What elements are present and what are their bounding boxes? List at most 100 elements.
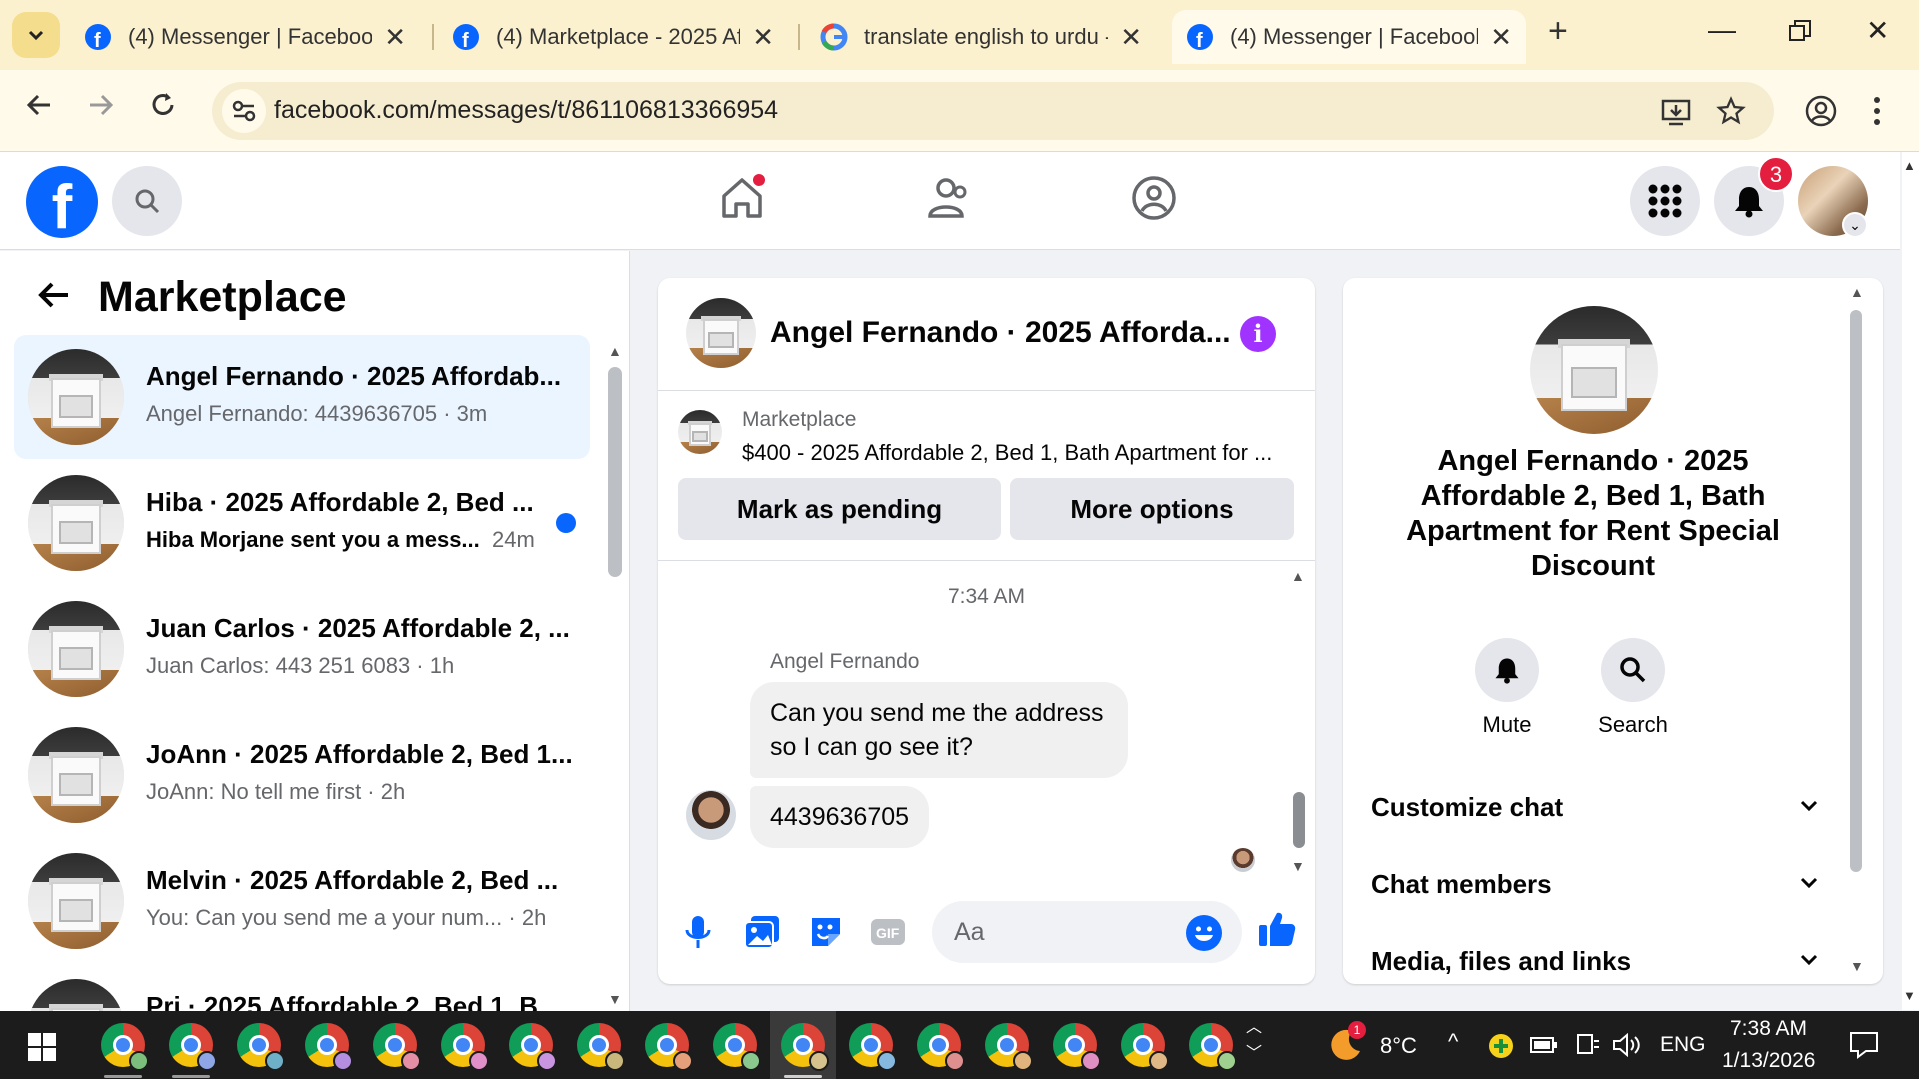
like-icon[interactable] [1256, 908, 1298, 950]
chrome-app-icon[interactable] [237, 1023, 285, 1071]
chrome-app-icon[interactable] [441, 1023, 489, 1071]
battery-icon[interactable] [1530, 1035, 1558, 1055]
image-icon[interactable] [742, 912, 782, 952]
message-bubble[interactable]: Can you send me the address so I can go … [750, 682, 1128, 778]
chrome-app-icon[interactable] [1053, 1023, 1101, 1071]
security-shield-icon[interactable] [1488, 1033, 1514, 1059]
conversation-item[interactable]: Melvin · 2025 Affordable 2, Bed ... You:… [14, 839, 590, 963]
temperature-text[interactable]: 8°C [1380, 1033, 1417, 1059]
sticker-icon[interactable] [806, 912, 846, 952]
mute-button[interactable]: Mute [1447, 638, 1567, 738]
chrome-app-icon[interactable] [577, 1023, 625, 1071]
friends-icon[interactable] [924, 174, 972, 222]
scroll-down-arrow[interactable]: ▼ [1291, 858, 1305, 874]
conversation-item[interactable]: Juan Carlos · 2025 Affordable 2, ... Jua… [14, 587, 590, 711]
chevron-up-icon[interactable]: ^ [1448, 1029, 1458, 1055]
scroll-down-arrow[interactable]: ▼ [608, 991, 622, 1007]
chat-avatar[interactable] [686, 298, 756, 368]
search-in-chat-button[interactable]: Search [1573, 638, 1693, 738]
chrome-app-icon[interactable] [509, 1023, 557, 1071]
taskbar-overflow-button[interactable]: ︿ ﹀ [1246, 1015, 1262, 1067]
chrome-app-icon[interactable] [985, 1023, 1033, 1071]
chrome-app-icon[interactable] [305, 1023, 353, 1071]
conversation-item[interactable]: JoAnn · 2025 Affordable 2, Bed 1... JoAn… [14, 713, 590, 837]
gif-icon[interactable]: GIF [868, 912, 908, 952]
reload-button[interactable] [148, 90, 178, 128]
back-button[interactable] [24, 90, 54, 128]
profile-icon[interactable] [1804, 94, 1838, 128]
omnibox[interactable]: facebook.com/messages/t/861106813366954 [212, 82, 1774, 140]
speaker-icon[interactable] [1612, 1033, 1642, 1057]
forward-button[interactable] [86, 90, 116, 128]
page-scrollbar[interactable]: ▲ ▼ [1902, 152, 1919, 1010]
conversation-item[interactable]: Hiba · 2025 Affordable 2, Bed ... Hiba M… [14, 461, 590, 585]
scroll-down-arrow[interactable]: ▼ [1850, 958, 1864, 974]
tab-search-button[interactable] [12, 12, 60, 58]
chrome-app-icon[interactable] [713, 1023, 761, 1071]
emoji-icon[interactable] [1186, 915, 1222, 951]
tab-marketplace[interactable]: f (4) Marketplace - 2025 Affo ✕ [438, 10, 788, 64]
install-app-icon[interactable] [1660, 96, 1692, 128]
language-indicator[interactable]: ENG [1660, 1033, 1706, 1057]
sender-avatar[interactable] [686, 790, 736, 840]
listing-description[interactable]: $400 - 2025 Affordable 2, Bed 1, Bath Ap… [742, 440, 1272, 466]
window-close-button[interactable]: ✕ [1866, 14, 1889, 47]
scrollbar-thumb[interactable] [1850, 310, 1862, 872]
message-input[interactable]: Aa [932, 901, 1242, 963]
media-files-links-section[interactable]: Media, files and links [1371, 946, 1821, 977]
chat-title[interactable]: Angel Fernando · 2025 Afforda... [770, 316, 1231, 350]
clock-date[interactable]: 1/13/2026 [1722, 1049, 1815, 1073]
back-arrow-button[interactable] [36, 277, 72, 323]
scroll-up-arrow[interactable]: ▲ [1291, 568, 1305, 584]
groups-icon[interactable] [1130, 174, 1178, 222]
chrome-app-icon[interactable] [169, 1023, 217, 1071]
new-tab-button[interactable]: + [1548, 12, 1568, 51]
more-menu-icon[interactable] [1872, 94, 1882, 128]
close-icon[interactable]: ✕ [1120, 22, 1142, 53]
menu-button[interactable] [1630, 166, 1700, 236]
star-icon[interactable] [1716, 96, 1746, 126]
chrome-app-icon[interactable] [373, 1023, 421, 1071]
close-icon[interactable]: ✕ [384, 22, 406, 53]
tab-google-translate[interactable]: translate english to urdu - ✕ [806, 10, 1156, 64]
tab-messenger-1[interactable]: f (4) Messenger | Facebook ✕ [70, 10, 420, 64]
search-button[interactable] [112, 166, 182, 236]
conversation-item[interactable]: Angel Fernando · 2025 Affordab... Angel … [14, 335, 590, 459]
scroll-up-arrow[interactable]: ▲ [1903, 158, 1916, 173]
minimize-button[interactable]: — [1708, 14, 1736, 46]
chrome-app-icon[interactable] [849, 1023, 897, 1071]
windows-start-icon[interactable] [28, 1033, 56, 1061]
close-icon[interactable]: ✕ [752, 22, 774, 53]
weather-widget[interactable]: 1 [1326, 1021, 1366, 1063]
chrome-app-icon[interactable] [1121, 1023, 1169, 1071]
url-text[interactable]: facebook.com/messages/t/861106813366954 [274, 96, 778, 125]
scroll-up-arrow[interactable]: ▲ [1850, 284, 1864, 300]
more-options-button[interactable]: More options [1010, 478, 1294, 540]
facebook-logo[interactable]: f [26, 166, 98, 238]
clock-time[interactable]: 7:38 AM [1730, 1017, 1807, 1041]
chrome-app-icon[interactable] [1189, 1023, 1237, 1071]
home-icon[interactable] [718, 174, 766, 222]
scroll-up-arrow[interactable]: ▲ [608, 343, 622, 359]
restore-button[interactable] [1788, 18, 1812, 50]
notification-center-icon[interactable] [1848, 1029, 1880, 1061]
site-info-button[interactable] [222, 89, 266, 133]
chrome-app-icon[interactable] [101, 1023, 149, 1071]
info-icon[interactable]: i [1240, 316, 1276, 352]
mark-as-pending-button[interactable]: Mark as pending [678, 478, 1001, 540]
network-icon[interactable] [1574, 1033, 1600, 1057]
close-icon[interactable]: ✕ [1490, 22, 1512, 53]
chat-members-section[interactable]: Chat members [1371, 869, 1821, 900]
scrollbar-thumb[interactable] [608, 367, 622, 577]
conversation-item[interactable]: Pri · 2025 Affordable 2, Bed 1, B... [14, 965, 590, 1011]
scrollbar-thumb[interactable] [1293, 792, 1305, 848]
customize-chat-section[interactable]: Customize chat [1371, 792, 1821, 823]
account-menu-button[interactable]: ⌄ [1842, 212, 1868, 238]
tab-messenger-active[interactable]: f (4) Messenger | Facebook ✕ [1172, 10, 1526, 64]
message-bubble[interactable]: 4439636705 [750, 786, 930, 848]
chrome-app-icon[interactable] [917, 1023, 965, 1071]
scroll-down-arrow[interactable]: ▼ [1903, 988, 1916, 1003]
chrome-app-icon[interactable] [781, 1023, 829, 1071]
chrome-app-icon[interactable] [645, 1023, 693, 1071]
microphone-icon[interactable] [678, 912, 718, 952]
